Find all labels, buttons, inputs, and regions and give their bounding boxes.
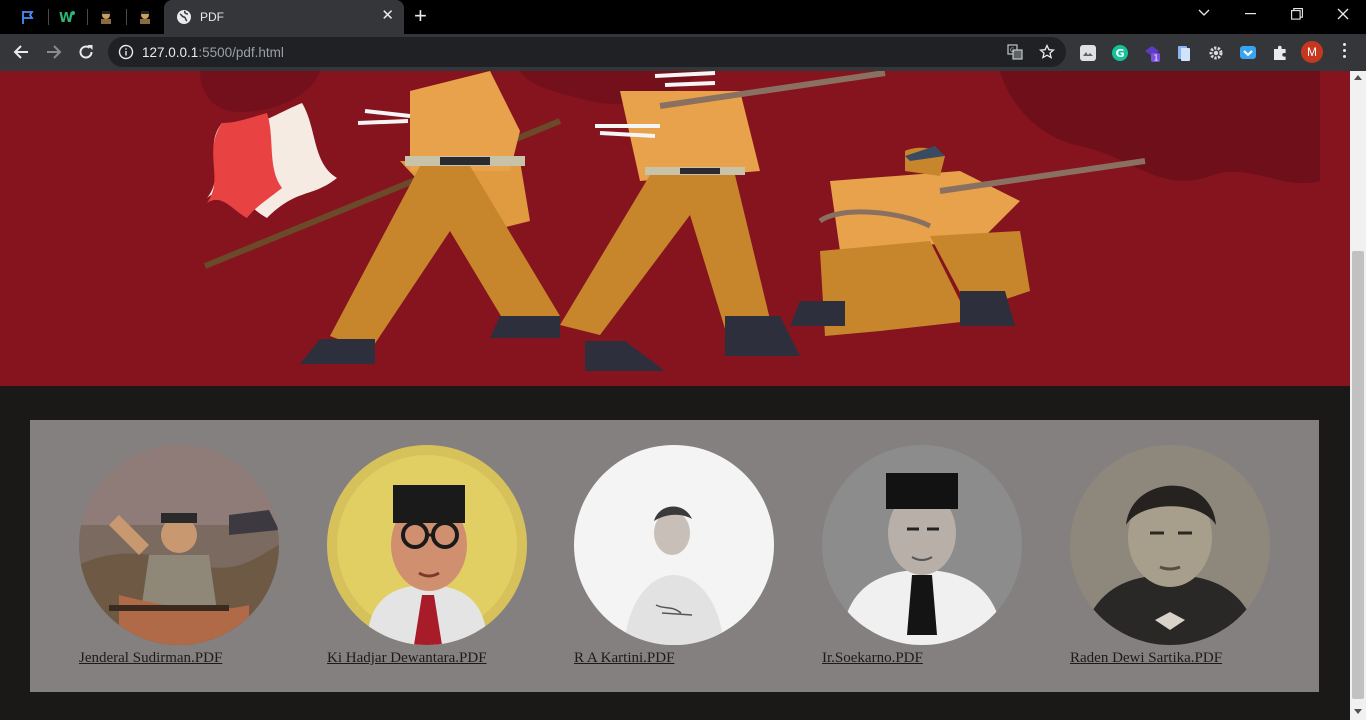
portrait-favicon-icon xyxy=(140,11,150,24)
restore-icon[interactable] xyxy=(1291,8,1303,20)
pocket-icon[interactable] xyxy=(1239,44,1257,62)
pdf-card-dewantara: Ki Hadjar Dewantara.PDF xyxy=(327,445,527,667)
pdf-link-kartini[interactable]: R A Kartini.PDF xyxy=(574,650,774,667)
portrait-dewantara[interactable] xyxy=(327,445,527,645)
extension-badge-count: 1 xyxy=(1154,54,1159,63)
pdf-list-panel: Jenderal Sudirman.PDF Ki Hadjar Dewantar… xyxy=(30,420,1319,692)
reload-icon xyxy=(79,45,93,59)
bookmark-star-icon[interactable] xyxy=(1038,43,1056,61)
settings-gear-icon[interactable] xyxy=(1207,44,1225,62)
flag-icon xyxy=(22,11,34,24)
pdf-card-soekarno: Ir.Soekarno.PDF xyxy=(822,445,1022,667)
portrait-sudirman[interactable] xyxy=(79,445,279,645)
forward-button[interactable] xyxy=(43,41,65,63)
svg-text:G: G xyxy=(1010,47,1015,54)
close-window-icon[interactable] xyxy=(1337,8,1349,20)
close-tab-icon[interactable]: ✕ xyxy=(381,8,394,24)
page-scrollbar[interactable] xyxy=(1350,71,1366,720)
w-logo-icon: W xyxy=(59,11,75,25)
browser-toolbar: 127.0.0.1:5500/pdf.html G G 1 M xyxy=(0,34,1366,71)
svg-text:G: G xyxy=(1116,47,1125,60)
dewi-sartika-portrait-image xyxy=(1070,445,1270,645)
scroll-down-arrow-icon[interactable] xyxy=(1354,709,1362,714)
pdf-card-kartini: R A Kartini.PDF xyxy=(574,445,774,667)
pdf-card-sudirman: Jenderal Sudirman.PDF xyxy=(79,445,279,667)
pdf-link-dewantara[interactable]: Ki Hadjar Dewantara.PDF xyxy=(327,650,527,667)
tab-portrait-2[interactable] xyxy=(126,4,164,30)
portrait-dewi-sartika[interactable] xyxy=(1070,445,1270,645)
address-bar[interactable]: 127.0.0.1:5500/pdf.html G xyxy=(108,37,1066,67)
extension-docs-icon[interactable] xyxy=(1175,44,1193,62)
new-tab-icon[interactable]: + xyxy=(414,5,427,27)
page-content: Jenderal Sudirman.PDF Ki Hadjar Dewantar… xyxy=(0,71,1350,720)
forward-arrow-icon xyxy=(47,45,62,59)
tab-search-icon[interactable] xyxy=(1198,9,1210,17)
translate-icon[interactable]: G xyxy=(1006,43,1024,61)
reload-button[interactable] xyxy=(75,41,97,63)
extension-screenshot-icon[interactable] xyxy=(1079,44,1097,62)
soekarno-portrait-image xyxy=(822,445,1022,645)
pdf-link-dewi-sartika[interactable]: Raden Dewi Sartika.PDF xyxy=(1070,650,1270,667)
tab-flag[interactable] xyxy=(9,4,47,30)
portrait-soekarno[interactable] xyxy=(822,445,1022,645)
scrollbar-thumb[interactable] xyxy=(1352,251,1364,699)
tab-w[interactable]: W xyxy=(48,4,86,30)
portrait-kartini[interactable] xyxy=(574,445,774,645)
tab-active[interactable]: PDF ✕ xyxy=(164,0,404,34)
grammarly-icon[interactable]: G xyxy=(1111,44,1129,62)
profile-avatar[interactable]: M xyxy=(1301,41,1323,63)
back-button[interactable] xyxy=(10,41,32,63)
browser-menu-icon[interactable] xyxy=(1343,43,1347,61)
site-info-icon[interactable] xyxy=(118,44,134,60)
tab-portrait-1[interactable] xyxy=(87,4,125,30)
portrait-favicon-icon xyxy=(101,11,111,24)
url-text[interactable]: 127.0.0.1:5500/pdf.html xyxy=(142,45,284,60)
globe-icon xyxy=(177,10,191,24)
sudirman-portrait-image xyxy=(79,445,279,645)
back-arrow-icon xyxy=(13,45,28,59)
kartini-portrait-image xyxy=(574,445,774,645)
freedom-fighters-illustration xyxy=(200,71,1320,371)
url-host: 127.0.0.1 xyxy=(142,45,199,60)
minimize-icon[interactable] xyxy=(1245,13,1256,15)
extensions-puzzle-icon[interactable] xyxy=(1271,44,1289,62)
tab-title: PDF xyxy=(200,10,224,24)
dewantara-portrait-image xyxy=(327,445,527,645)
scroll-up-arrow-icon[interactable] xyxy=(1354,75,1362,80)
url-path: :5500/pdf.html xyxy=(198,45,284,60)
pdf-link-soekarno[interactable]: Ir.Soekarno.PDF xyxy=(822,650,1022,667)
pdf-link-sudirman[interactable]: Jenderal Sudirman.PDF xyxy=(79,650,279,667)
hero-banner xyxy=(0,71,1350,386)
pdf-card-dewi-sartika: Raden Dewi Sartika.PDF xyxy=(1070,445,1270,667)
extension-badge-icon[interactable]: 1 xyxy=(1143,44,1161,62)
tab-strip: W PDF ✕ + xyxy=(0,0,1366,34)
